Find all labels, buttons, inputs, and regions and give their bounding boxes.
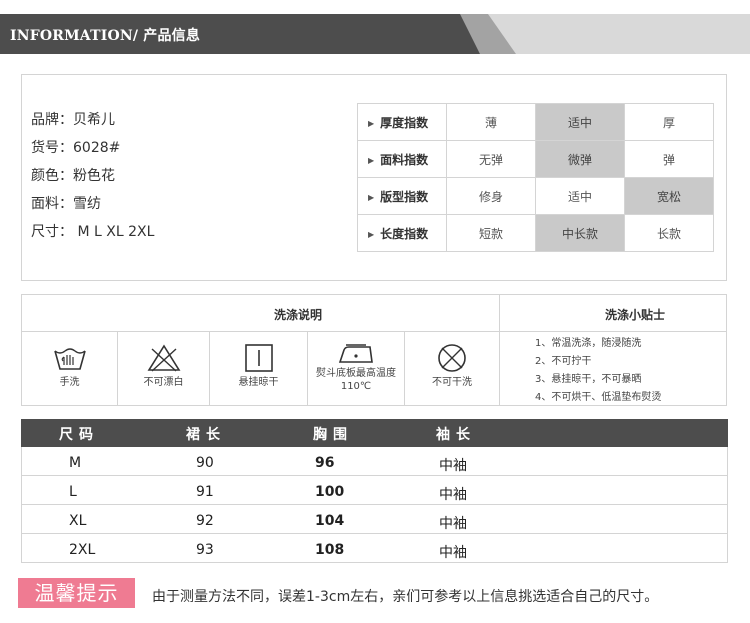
iron-cell: 熨斗底板最高温度110℃ [308,332,404,405]
length-cell: 93 [196,542,214,558]
tip-item: 2、不可拧干 [535,356,592,367]
index-label-text: 面料指数 [380,152,429,167]
item-number-line: 货号：6028# [31,140,121,156]
wash-title: 洗涤说明 [274,308,323,322]
tip-item: 3、悬挂晾干，不可暴晒 [535,374,642,385]
length-cell: 90 [196,455,214,471]
index-option: 厚 [624,103,714,141]
index-option-selected: 适中 [535,103,625,141]
triangle-right-icon: ▶ [368,192,375,202]
no-dry-clean-icon [438,344,466,372]
iron-caption: 熨斗底板最高温度110℃ [316,368,396,392]
bust-cell: 100 [315,484,345,500]
header-length: 裙长 [186,427,226,443]
brand-line: 品牌：贝希儿 [31,112,115,128]
hang-dry-icon [244,344,273,372]
bust-cell: 108 [315,542,345,558]
index-label: ▶ 厚度指数 [357,103,447,141]
hand-wash-caption: 手洗 [59,377,80,388]
size-cell: XL [69,513,87,529]
index-option: 无弹 [446,140,536,178]
index-table: ▶ 厚度指数薄适中厚 ▶ 面料指数 无弹 微弹弹 ▶ 版型指数 修身 适中 宽松 ▶ 长度指数 短款 中长款… [357,103,714,252]
wash-column-divider [499,295,500,405]
wash-panel: 洗涤说明 洗涤小贴士 手洗 不可漂白 悬挂晾干 熨斗底板最高温度110℃ 不可干… [21,294,727,406]
notice-badge: 温馨提示 [18,578,135,608]
index-option: 适中 [535,177,625,215]
size-row: 2XL 93 108 中袖 [21,535,728,563]
index-option: 长款 [624,214,714,252]
header-sleeve: 袖长 [436,427,476,443]
sleeve-cell: 中袖 [439,545,467,561]
no-bleach-icon [147,344,180,372]
index-label-text: 厚度指数 [380,115,429,130]
index-option-selected: 微弹 [535,140,625,178]
triangle-right-icon: ▶ [368,118,375,128]
no-dry-clean-caption: 不可干洗 [432,377,472,388]
index-label: ▶ 面料指数 [357,140,447,178]
index-label-text: 长度指数 [380,226,429,241]
size-table-header: 尺码 裙长 胸围 袖长 [21,419,728,447]
fabric-line: 面料：雪纺 [31,196,101,212]
index-row: ▶ 版型指数 修身 适中 宽松 [357,177,714,215]
tip-item: 4、不可烘干、低温垫布熨烫 [535,392,662,403]
color-line: 颜色：粉色花 [31,168,115,184]
size-row: L 91 100 中袖 [21,477,728,505]
hang-dry-caption: 悬挂晾干 [238,377,279,388]
size-row: M 90 96 中袖 [21,448,728,476]
notice-text: 由于测量方法不同，误差1-3cm左右，亲们可参考以上信息挑选适合自己的尺寸。 [152,589,659,605]
triangle-right-icon: ▶ [368,229,375,239]
size-line: 尺寸： M L XL 2XL [31,224,155,240]
index-option: 短款 [446,214,536,252]
product-attributes: 品牌：贝希儿 货号：6028# 颜色：粉色花 面料：雪纺 尺寸： M L XL … [31,106,154,246]
size-row: XL 92 104 中袖 [21,506,728,534]
header-size: 尺码 [59,427,99,443]
no-dry-clean-cell: 不可干洗 [405,332,499,405]
index-label-text: 版型指数 [380,189,429,204]
length-cell: 91 [196,484,214,500]
length-cell: 92 [196,513,214,529]
index-option: 弹 [624,140,714,178]
hang-dry-cell: 悬挂晾干 [210,332,307,405]
index-row: ▶ 面料指数 无弹 微弹弹 [357,140,714,178]
size-cell: L [69,484,77,500]
info-banner: INFORMATION/ 产品信息 [0,14,750,54]
tip-item: 1、常温洗涤，随浸随洗 [535,338,642,349]
wash-tips: 1、常温洗涤，随浸随洗 2、不可拧干 3、悬挂晾干，不可暴晒 4、不可烘干、低温… [535,335,661,407]
no-bleach-cell: 不可漂白 [118,332,209,405]
iron-icon [338,344,373,363]
tips-title: 洗涤小贴士 [605,308,666,322]
index-row: ▶ 长度指数 短款 中长款 长款 [357,214,714,252]
product-info-panel: 品牌：贝希儿 货号：6028# 颜色：粉色花 面料：雪纺 尺寸： M L XL … [21,74,727,281]
banner-title: INFORMATION/ 产品信息 [10,28,201,44]
index-option-selected: 宽松 [624,177,714,215]
index-option: 修身 [446,177,536,215]
header-bust: 胸围 [313,427,353,443]
index-option-selected: 中长款 [535,214,625,252]
hand-wash-cell: 手洗 [22,332,117,405]
index-row: ▶ 厚度指数 薄适中厚 [357,103,714,141]
size-cell: 2XL [69,542,96,558]
hand-wash-icon [53,348,86,370]
index-option: 薄 [446,103,536,141]
bust-cell: 104 [315,513,345,529]
triangle-right-icon: ▶ [368,155,375,165]
size-cell: M [69,455,82,471]
bust-cell: 96 [315,455,335,471]
no-bleach-caption: 不可漂白 [143,377,184,388]
sleeve-cell: 中袖 [439,516,467,532]
sleeve-cell: 中袖 [439,487,467,503]
index-label: ▶ 版型指数 [357,177,447,215]
sleeve-cell: 中袖 [439,458,467,474]
index-label: ▶ 长度指数 [357,214,447,252]
